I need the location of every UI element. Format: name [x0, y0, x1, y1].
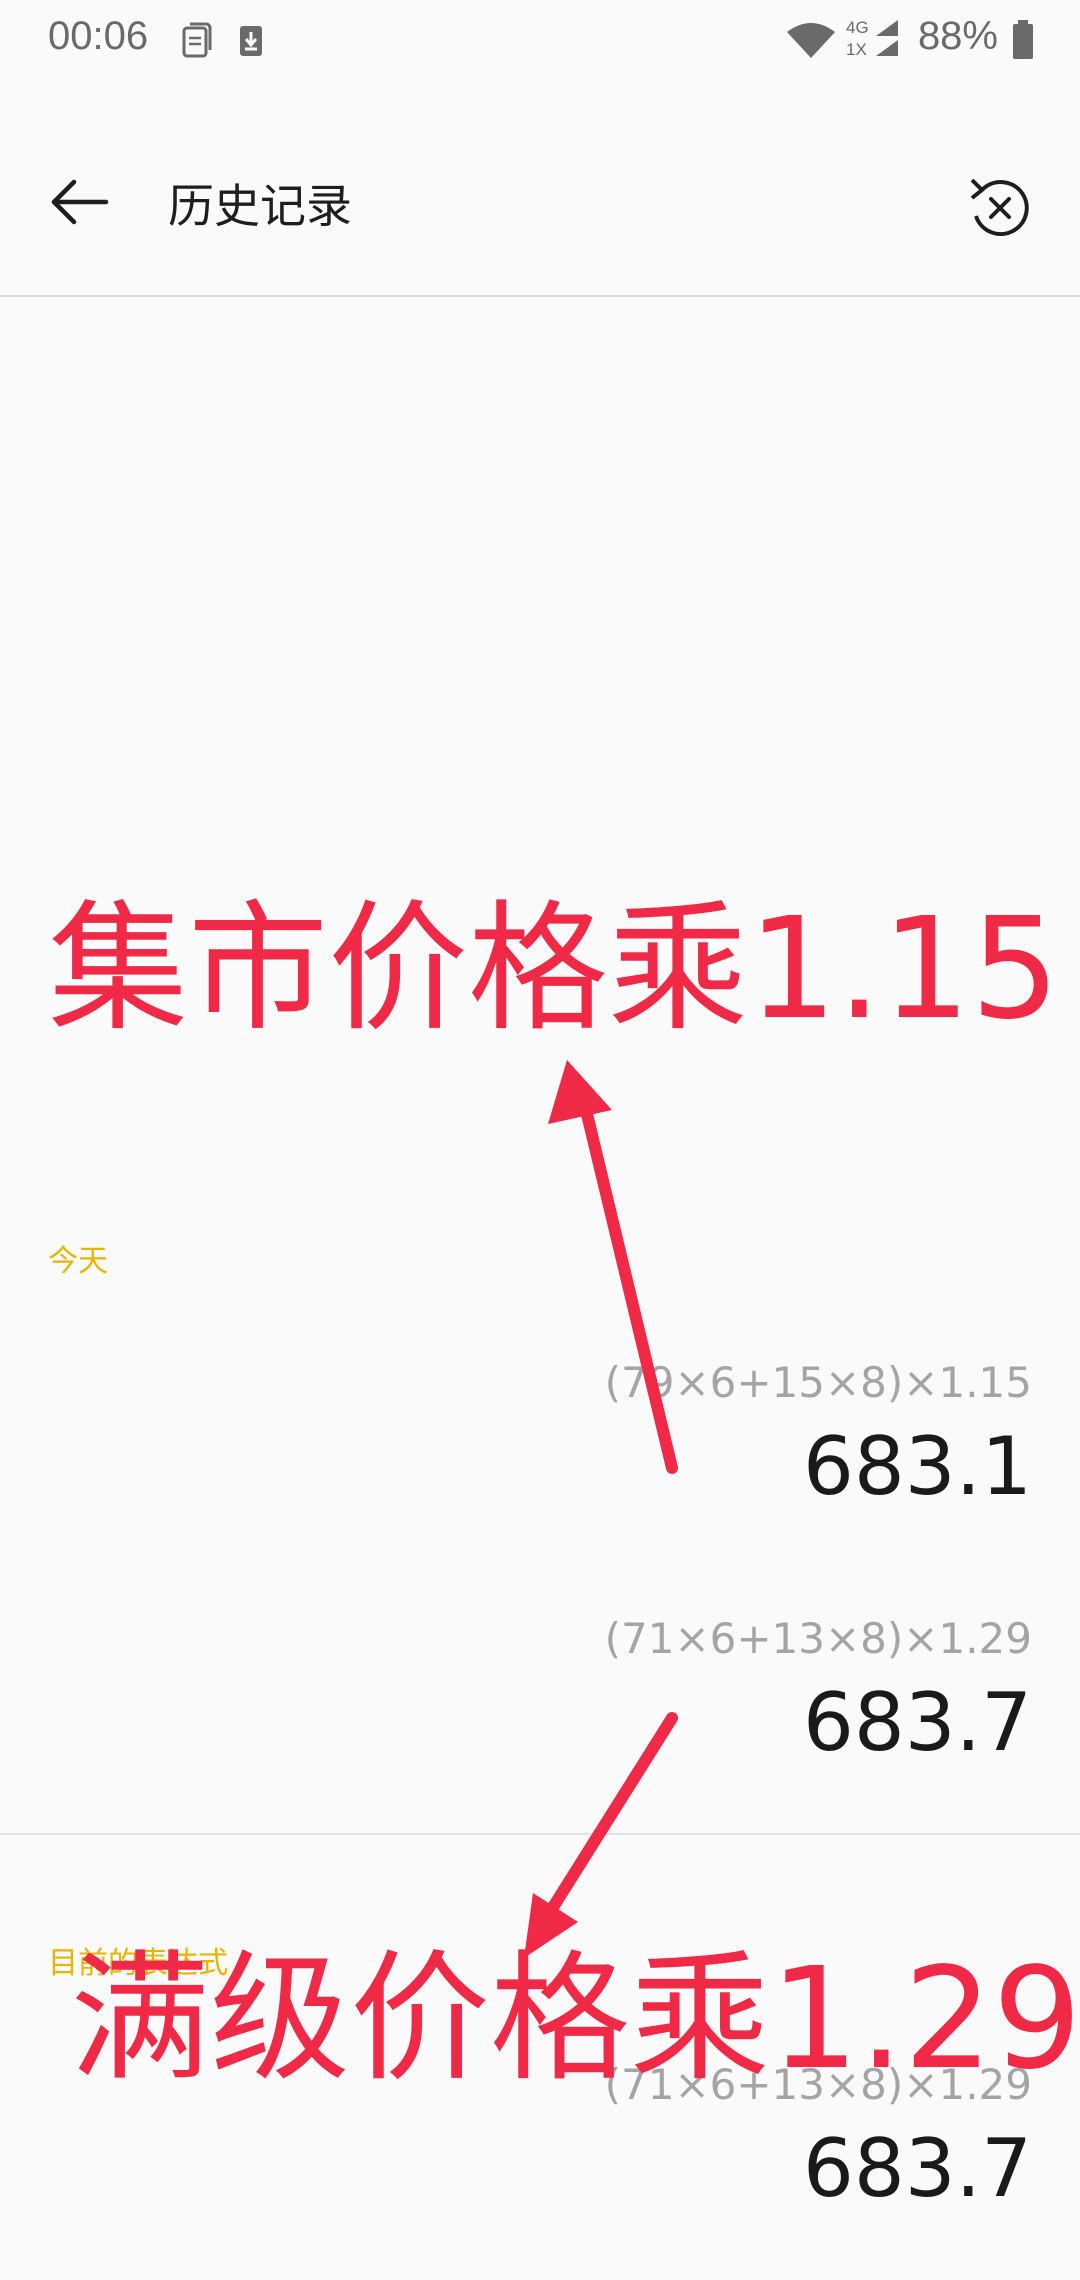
- history-result: 683.7: [802, 1676, 1032, 1769]
- status-bar: 00:06 4G 1X 88%: [0, 0, 1080, 80]
- page-title: 历史记录: [168, 179, 352, 233]
- document-icon: [182, 22, 212, 58]
- network-type-4g: 4G: [846, 18, 869, 37]
- annotation-top-text: 集市价格乘1.15: [48, 888, 1060, 1051]
- annotation-arrow-down: [524, 1712, 678, 1958]
- annotation-bottom-text: 满级价格乘1.29: [70, 1938, 1080, 2101]
- toolbar: 历史记录: [0, 110, 1080, 296]
- clear-history-icon: [970, 178, 1029, 236]
- toolbar-divider: [0, 295, 1080, 297]
- wifi-icon: [787, 23, 835, 58]
- section-divider: [0, 1833, 1080, 1835]
- clear-history-button[interactable]: [960, 168, 1040, 248]
- history-expression: (71×6+13×8)×1.29: [604, 1614, 1032, 1663]
- history-expression: (79×6+15×8)×1.15: [604, 1358, 1032, 1407]
- history-screen: 00:06 4G 1X 88% 历史记录 今天 (79×6+15×8)×1.15…: [0, 0, 1080, 2280]
- download-icon: [240, 26, 262, 56]
- signal-icon: [876, 20, 898, 56]
- battery-percentage: 88%: [917, 14, 998, 58]
- status-time: 00:06: [48, 14, 149, 58]
- network-type-1x: 1X: [846, 40, 867, 59]
- arrow-left-icon: [51, 179, 109, 225]
- section-label-today: 今天: [48, 1244, 108, 1279]
- battery-icon: [1013, 20, 1033, 59]
- back-button[interactable]: [40, 162, 120, 242]
- current-result: 683.7: [802, 2122, 1032, 2215]
- history-result: 683.1: [802, 1420, 1032, 1513]
